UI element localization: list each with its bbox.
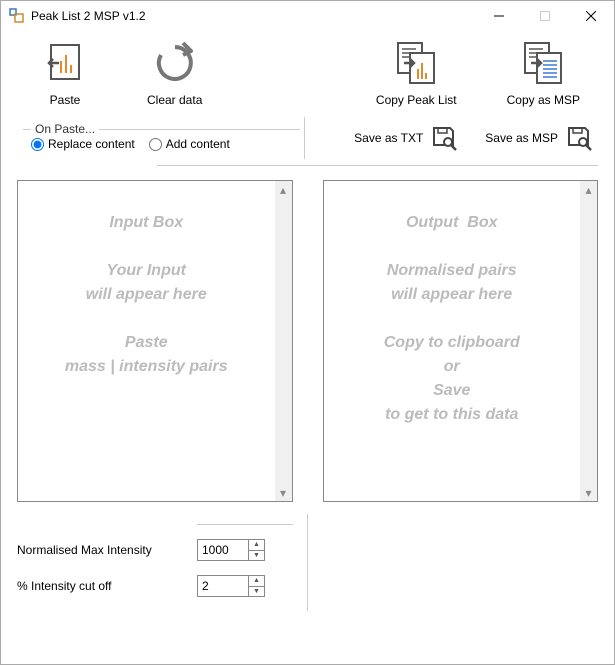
app-window: Peak List 2 MSP v1.2 Paste [0, 0, 615, 665]
clear-button[interactable]: Clear data [147, 41, 202, 107]
scroll-up-icon[interactable]: ▴ [275, 181, 292, 198]
window-controls [476, 1, 614, 31]
content-area: Paste Clear data [1, 31, 614, 664]
input-box-wrapper: ▴ ▾ [17, 180, 293, 502]
scroll-track[interactable] [580, 198, 597, 484]
replace-radio-label: Replace content [48, 137, 135, 151]
copy-peak-icon [394, 41, 438, 85]
scroll-track[interactable] [275, 198, 292, 484]
on-paste-group: On Paste... Replace content Add content [17, 121, 300, 159]
copy-peak-label: Copy Peak List [376, 93, 457, 107]
app-icon [9, 8, 25, 24]
output-box-wrapper: ▴ ▾ [323, 180, 599, 502]
toolbar: Paste Clear data [17, 41, 598, 107]
spin-up-icon[interactable]: ▲ [249, 540, 264, 551]
separator [157, 165, 598, 166]
paste-icon [43, 41, 87, 85]
cutoff-input[interactable] [198, 576, 248, 596]
max-intensity-input[interactable] [198, 540, 248, 560]
maximize-button[interactable] [522, 1, 568, 31]
max-intensity-label: Normalised Max Intensity [17, 543, 197, 557]
save-txt-label: Save as TXT [354, 131, 423, 145]
copy-peak-button[interactable]: Copy Peak List [376, 41, 457, 107]
max-intensity-spinner[interactable]: ▲▼ [197, 539, 265, 561]
output-textarea[interactable] [324, 181, 581, 501]
save-txt-button[interactable]: Save as TXT [354, 125, 457, 151]
save-msp-button[interactable]: Save as MSP [485, 125, 592, 151]
cutoff-label: % Intensity cut off [17, 579, 197, 593]
titlebar: Peak List 2 MSP v1.2 [1, 1, 614, 31]
separator [197, 524, 293, 525]
spin-up-icon[interactable]: ▲ [249, 576, 264, 587]
copy-msp-label: Copy as MSP [507, 93, 580, 107]
replace-radio[interactable]: Replace content [31, 137, 135, 151]
cutoff-spinner[interactable]: ▲▼ [197, 575, 265, 597]
add-radio-input[interactable] [149, 138, 162, 151]
add-radio-label: Add content [166, 137, 230, 151]
input-scrollbar[interactable]: ▴ ▾ [275, 181, 292, 501]
scroll-down-icon[interactable]: ▾ [580, 484, 597, 501]
window-title: Peak List 2 MSP v1.2 [31, 9, 476, 23]
copy-msp-button[interactable]: Copy as MSP [507, 41, 580, 107]
save-search-icon [431, 125, 457, 151]
output-scrollbar[interactable]: ▴ ▾ [580, 181, 597, 501]
minimize-button[interactable] [476, 1, 522, 31]
copy-msp-icon [521, 41, 565, 85]
paste-button[interactable]: Paste [43, 41, 87, 107]
save-search-icon [566, 125, 592, 151]
add-radio[interactable]: Add content [149, 137, 230, 151]
spin-down-icon[interactable]: ▼ [249, 551, 264, 561]
scroll-up-icon[interactable]: ▴ [580, 181, 597, 198]
input-textarea[interactable] [18, 181, 275, 501]
save-msp-label: Save as MSP [485, 131, 558, 145]
refresh-icon [153, 41, 197, 85]
spin-down-icon[interactable]: ▼ [249, 587, 264, 597]
scroll-down-icon[interactable]: ▾ [275, 484, 292, 501]
replace-radio-input[interactable] [31, 138, 44, 151]
close-button[interactable] [568, 1, 614, 31]
on-paste-title: On Paste... [31, 122, 99, 136]
paste-label: Paste [50, 93, 81, 107]
vertical-separator [307, 514, 308, 611]
clear-label: Clear data [147, 93, 202, 107]
vertical-separator [304, 117, 305, 159]
